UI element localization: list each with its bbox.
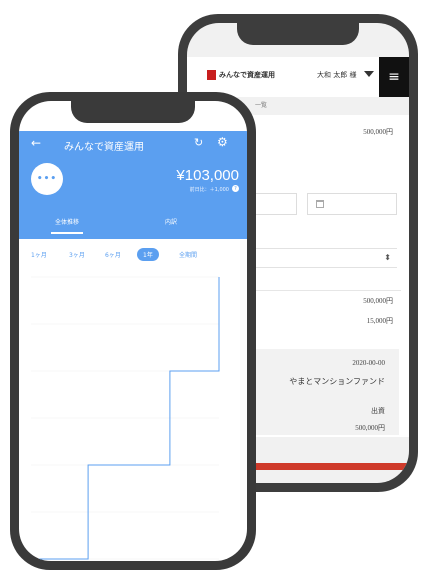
range-6-months[interactable]: 6ヶ月 bbox=[105, 250, 121, 259]
fund-date: 2020-00-00 bbox=[352, 359, 385, 367]
amount-row-1: 500,000円 bbox=[363, 297, 393, 305]
app-title: みんなで資産運用 bbox=[64, 142, 144, 153]
menu-button[interactable]: ≡ bbox=[379, 57, 409, 97]
refresh-icon[interactable]: ↻ bbox=[194, 136, 203, 149]
app-header: ← みんなで資産運用 ↻ ⚙ ••• ¥103,000 前日比：＋1,000 ?… bbox=[19, 131, 247, 239]
range-1-year[interactable]: 1年 bbox=[137, 248, 159, 261]
avatar[interactable]: ••• bbox=[31, 163, 63, 195]
caret-down-icon[interactable] bbox=[364, 71, 374, 77]
web-header: みんなで資産運用 大和 太郎 様 ≡ bbox=[187, 57, 409, 97]
prev-day-change: 前日比：＋1,000 bbox=[189, 187, 229, 193]
fund-amount: 500,000円 bbox=[355, 424, 385, 432]
y-axis-label: 0万 bbox=[33, 560, 40, 561]
total-balance: ¥103,000 bbox=[176, 167, 239, 184]
chart-grid bbox=[31, 276, 219, 560]
fund-type-label: 出資 bbox=[371, 407, 385, 415]
user-name[interactable]: 大和 太郎 様 bbox=[317, 70, 356, 80]
calendar-icon bbox=[316, 200, 324, 208]
amount-row-2: 15,000円 bbox=[366, 317, 393, 325]
tab-overall[interactable]: 全体推移 bbox=[50, 217, 84, 234]
tab-breakdown[interactable]: 内訳 bbox=[165, 217, 177, 226]
front-phone-notch bbox=[71, 101, 195, 123]
back-arrow-icon[interactable]: ← bbox=[31, 136, 41, 150]
fund-name: やまとマンションファンド bbox=[289, 377, 385, 386]
brand-name: みんなで資産運用 bbox=[219, 71, 275, 79]
front-phone-frame: ← みんなで資産運用 ↻ ⚙ ••• ¥103,000 前日比：＋1,000 ?… bbox=[10, 92, 256, 570]
range-selector: 1ヶ月 3ヶ月 6ヶ月 1年 全期間 bbox=[19, 246, 247, 266]
range-1-month[interactable]: 1ヶ月 bbox=[31, 250, 47, 259]
back-phone-notch bbox=[237, 23, 359, 45]
range-all[interactable]: 全期間 bbox=[179, 250, 197, 259]
end-date-field[interactable] bbox=[307, 193, 397, 215]
front-phone-screen: ← みんなで資産運用 ↻ ⚙ ••• ¥103,000 前日比：＋1,000 ?… bbox=[19, 101, 247, 561]
breadcrumb[interactable]: 一覧 bbox=[255, 100, 267, 109]
gear-icon[interactable]: ⚙ bbox=[217, 135, 228, 149]
select-arrows-icon: ⬍ bbox=[384, 253, 391, 262]
brand-logo[interactable]: みんなで資産運用 bbox=[207, 70, 275, 80]
help-icon[interactable]: ? bbox=[232, 185, 239, 192]
brand-logo-icon bbox=[207, 70, 216, 80]
asset-chart bbox=[31, 276, 220, 560]
range-3-months[interactable]: 3ヶ月 bbox=[69, 250, 85, 259]
total-investment-amount: 500,000円 bbox=[363, 128, 393, 136]
hamburger-icon: ≡ bbox=[388, 69, 400, 85]
